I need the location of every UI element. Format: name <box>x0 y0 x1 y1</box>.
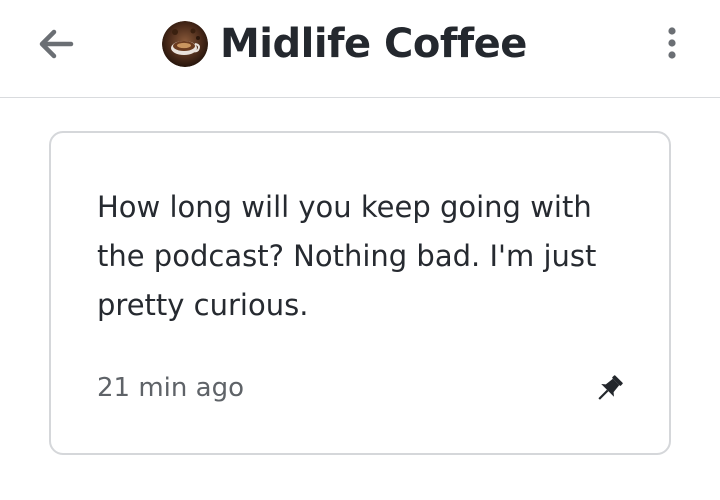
pin-icon <box>598 375 623 400</box>
arrow-left-icon <box>39 29 74 59</box>
pin-button[interactable] <box>589 369 629 409</box>
more-vertical-icon <box>668 27 676 59</box>
more-options-button[interactable] <box>654 20 690 66</box>
avatar <box>162 21 208 67</box>
back-button[interactable] <box>34 25 78 63</box>
message-timestamp: 21 min ago <box>97 373 244 403</box>
coffee-cup-avatar <box>162 21 208 67</box>
chat-title: Midlife Coffee <box>220 21 527 67</box>
top-app-bar: Midlife Coffee <box>0 0 720 98</box>
chat-title-group[interactable]: Midlife Coffee <box>162 16 527 72</box>
message-text: How long will you keep going with the po… <box>97 190 597 322</box>
message-card: How long will you keep going with the po… <box>49 131 671 455</box>
